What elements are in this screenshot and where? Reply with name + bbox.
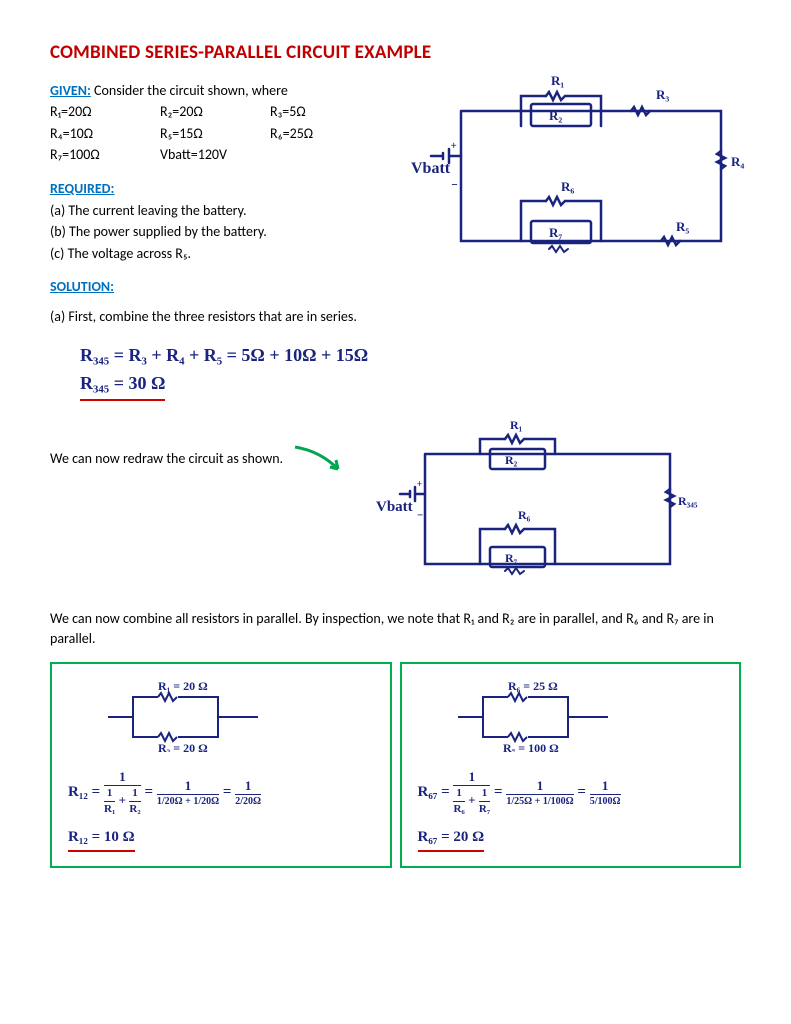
svg-text:R₆: R₆ [518, 508, 531, 522]
circuit-diagram-2: Vbatt + − R₁ R₂ R₃₄₅ R₆ R₇ [370, 419, 710, 589]
svg-text:R₅: R₅ [676, 219, 689, 234]
parallel-intro: We can now combine all resistors in para… [50, 609, 741, 648]
svg-text:−: − [451, 176, 458, 193]
svg-text:R₁: R₁ [510, 419, 523, 432]
svg-text:−: − [417, 508, 423, 523]
redraw-caption: We can now redraw the circuit as shown. [50, 419, 310, 469]
green-arrow-icon [290, 439, 350, 479]
svg-text:R₆ = 25 Ω: R₆ = 25 Ω [508, 682, 558, 693]
svg-text:R₁ = 20 Ω: R₁ = 20 Ω [158, 682, 208, 693]
svg-text:R₆: R₆ [561, 179, 574, 194]
value-r6: R₆=25Ω [270, 124, 340, 144]
svg-text:+: + [417, 477, 422, 490]
given-section: GIVEN: Consider the circuit shown, where… [50, 81, 741, 165]
svg-text:+: + [451, 139, 457, 152]
value-r4: R₄=10Ω [50, 124, 120, 144]
svg-text:R₁: R₁ [551, 73, 564, 88]
circuit-diagram-1: Vbatt + − R₁ R₂ R₃ R₄ R₅ R₆ R₇ [401, 71, 751, 271]
required-label: REQUIRED: [50, 180, 114, 197]
value-r3: R₃=5Ω [270, 102, 340, 122]
value-r1: R₁=20Ω [50, 102, 120, 122]
svg-text:R₇ = 100 Ω: R₇ = 100 Ω [503, 741, 559, 752]
svg-text:R₇: R₇ [505, 551, 518, 565]
handwritten-r345: R₃₄₅ = R₃ + R₄ + R₅ = 5Ω + 10Ω + 15Ω R₃₄… [80, 341, 741, 402]
value-r2: R₂=20Ω [160, 102, 230, 122]
given-label: GIVEN: [50, 82, 91, 99]
box-r12: R₁ = 20 Ω R₂ = 20 Ω R₁₂ = 11R₁ + 1R₂ = 1… [50, 662, 392, 868]
svg-text:R₃: R₃ [656, 87, 669, 102]
page-title: COMBINED SERIES-PARALLEL CIRCUIT EXAMPLE [50, 40, 741, 67]
svg-text:Vbatt: Vbatt [411, 160, 451, 177]
value-r7: R₇=100Ω [50, 145, 120, 165]
svg-text:R₄: R₄ [731, 154, 744, 169]
svg-text:Vbatt: Vbatt [376, 499, 413, 515]
solution-label: SOLUTION: [50, 278, 114, 295]
svg-text:R₂: R₂ [505, 453, 518, 467]
solution-a-intro: (a) First, combine the three resistors t… [50, 307, 741, 327]
given-intro: Consider the circuit shown, where [91, 82, 288, 99]
svg-text:R₇: R₇ [549, 225, 562, 240]
svg-text:R₂: R₂ [549, 108, 562, 123]
svg-text:R₂ = 20 Ω: R₂ = 20 Ω [158, 741, 208, 752]
value-vbatt: Vbatt=120V [160, 145, 230, 165]
svg-text:R₃₄₅: R₃₄₅ [678, 494, 698, 508]
value-r5: R₅=15Ω [160, 124, 230, 144]
box-r67: R₆ = 25 Ω R₇ = 100 Ω R₆₇ = 11R₆ + 1R₇ = … [400, 662, 742, 868]
